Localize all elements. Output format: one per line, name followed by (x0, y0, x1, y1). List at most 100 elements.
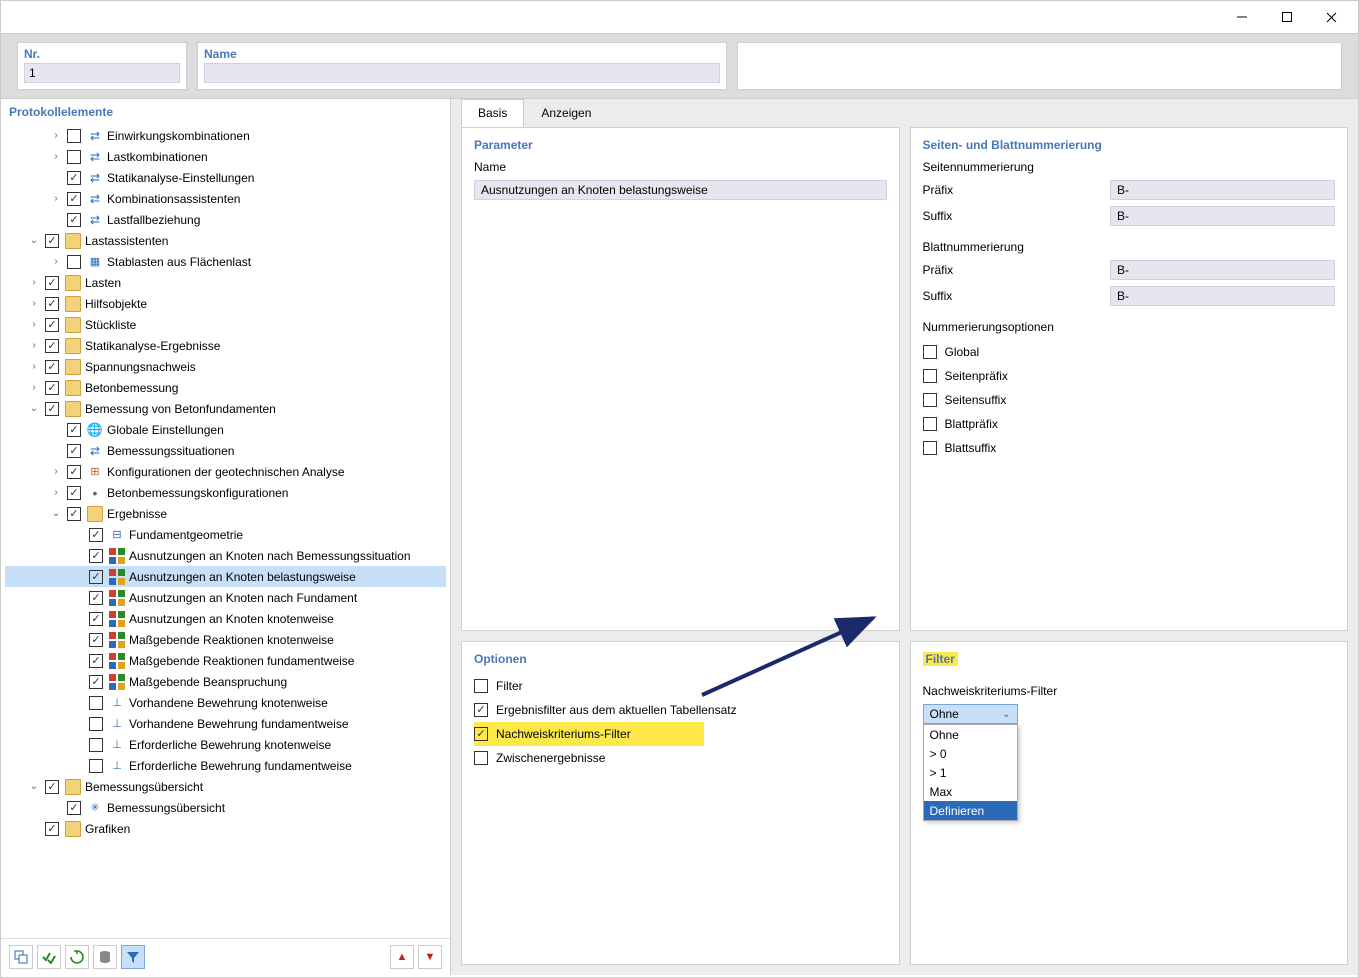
tree-toggle[interactable]: › (27, 360, 41, 374)
tree-toggle[interactable]: › (49, 192, 63, 206)
page-prefix-value[interactable]: B- (1110, 180, 1335, 200)
tree-node[interactable]: ›Stückliste (5, 314, 446, 335)
window-minimize-button[interactable] (1219, 3, 1264, 31)
filter-option[interactable]: Ohne (924, 725, 1017, 744)
tree-checkbox[interactable] (45, 360, 59, 374)
tree-node[interactable]: ⊥Erforderliche Bewehrung knotenweise (5, 734, 446, 755)
tree-toggle[interactable]: › (49, 255, 63, 269)
tree-node[interactable]: ⌄Bemessung von Betonfundamenten (5, 398, 446, 419)
tree-checkbox[interactable] (67, 192, 81, 206)
tree-toggle[interactable]: ⌄ (27, 780, 41, 794)
sheet-prefix-value[interactable]: B- (1110, 260, 1335, 280)
tree-checkbox[interactable] (67, 801, 81, 815)
sheet-suffix-value[interactable]: B- (1110, 286, 1335, 306)
tree-node[interactable]: ›Spannungsnachweis (5, 356, 446, 377)
tree-node[interactable]: ›⇄Lastkombinationen (5, 146, 446, 167)
option-checkbox[interactable] (474, 703, 488, 717)
tree-checkbox[interactable] (45, 318, 59, 332)
toolbar-up-button[interactable]: ▲ (390, 945, 414, 969)
filter-option[interactable]: Definieren (924, 801, 1017, 820)
tree-node[interactable]: ⊥Vorhandene Bewehrung knotenweise (5, 692, 446, 713)
tree-checkbox[interactable] (67, 129, 81, 143)
tree-node[interactable]: Ausnutzungen an Knoten knotenweise (5, 608, 446, 629)
tree-checkbox[interactable] (45, 234, 59, 248)
tree-node[interactable]: Maßgebende Reaktionen fundamentweise (5, 650, 446, 671)
tree-toggle[interactable]: › (49, 150, 63, 164)
tree-node[interactable]: ›⇄Kombinationsassistenten (5, 188, 446, 209)
tree-toggle[interactable]: › (49, 486, 63, 500)
tree-node[interactable]: 🌐Globale Einstellungen (5, 419, 446, 440)
tree-checkbox[interactable] (45, 402, 59, 416)
tree-checkbox[interactable] (45, 381, 59, 395)
tree-checkbox[interactable] (67, 150, 81, 164)
tree-checkbox[interactable] (45, 276, 59, 290)
tree-node[interactable]: Ausnutzungen an Knoten nach Bemessungssi… (5, 545, 446, 566)
filter-select[interactable]: Ohne ⌄ (923, 704, 1018, 724)
tree-node[interactable]: ⌄Ergebnisse (5, 503, 446, 524)
tree-checkbox[interactable] (45, 822, 59, 836)
tree-checkbox[interactable] (89, 570, 103, 584)
toolbar-sync-button[interactable] (65, 945, 89, 969)
tree-node[interactable]: ⇄Bemessungssituationen (5, 440, 446, 461)
tree-checkbox[interactable] (67, 444, 81, 458)
option-checkbox[interactable] (474, 751, 488, 765)
tree-toggle[interactable]: ⌄ (27, 402, 41, 416)
tree-checkbox[interactable] (67, 213, 81, 227)
window-maximize-button[interactable] (1264, 3, 1309, 31)
tree-toggle[interactable]: › (27, 297, 41, 311)
tree-toggle[interactable]: › (49, 465, 63, 479)
tree-toggle[interactable]: › (49, 129, 63, 143)
tree-node[interactable]: Ausnutzungen an Knoten nach Fundament (5, 587, 446, 608)
tree-checkbox[interactable] (89, 654, 103, 668)
num-opt-checkbox[interactable] (923, 393, 937, 407)
tree-toggle[interactable]: › (27, 318, 41, 332)
tree-checkbox[interactable] (89, 759, 103, 773)
tree-node[interactable]: Grafiken (5, 818, 446, 839)
tree-node[interactable]: ›▦Stablasten aus Flächenlast (5, 251, 446, 272)
tree-checkbox[interactable] (89, 591, 103, 605)
tree-node[interactable]: Ausnutzungen an Knoten belastungsweise (5, 566, 446, 587)
tree-checkbox[interactable] (89, 696, 103, 710)
toolbar-db-button[interactable] (93, 945, 117, 969)
tree-checkbox[interactable] (89, 717, 103, 731)
parameter-name-value[interactable]: Ausnutzungen an Knoten belastungsweise (474, 180, 887, 200)
tree-node[interactable]: ⇄Lastfallbeziehung (5, 209, 446, 230)
tree-checkbox[interactable] (45, 780, 59, 794)
tree-node[interactable]: ⊥Vorhandene Bewehrung fundamentweise (5, 713, 446, 734)
tree-checkbox[interactable] (67, 465, 81, 479)
tree-checkbox[interactable] (89, 549, 103, 563)
tree-node[interactable]: ⊟Fundamentgeometrie (5, 524, 446, 545)
tree-node[interactable]: ›Lasten (5, 272, 446, 293)
toolbar-down-button[interactable]: ▼ (418, 945, 442, 969)
tree-node[interactable]: ⌄Lastassistenten (5, 230, 446, 251)
num-opt-checkbox[interactable] (923, 441, 937, 455)
tree-checkbox[interactable] (89, 633, 103, 647)
tree-node[interactable]: ›Statikanalyse-Ergebnisse (5, 335, 446, 356)
num-opt-checkbox[interactable] (923, 369, 937, 383)
tab-basis[interactable]: Basis (461, 99, 524, 127)
option-checkbox[interactable] (474, 679, 488, 693)
filter-option[interactable]: > 1 (924, 763, 1017, 782)
tree-node[interactable]: ›⊞Konfigurationen der geotechnischen Ana… (5, 461, 446, 482)
tree-checkbox[interactable] (67, 171, 81, 185)
tree-toggle[interactable]: › (27, 339, 41, 353)
window-close-button[interactable] (1309, 3, 1354, 31)
tree-checkbox[interactable] (89, 528, 103, 542)
num-opt-checkbox[interactable] (923, 345, 937, 359)
tree-node[interactable]: ⌄Bemessungsübersicht (5, 776, 446, 797)
tree-toggle[interactable]: › (27, 276, 41, 290)
num-opt-checkbox[interactable] (923, 417, 937, 431)
tree-node[interactable]: ✳Bemessungsübersicht (5, 797, 446, 818)
tree-toggle[interactable]: ⌄ (49, 507, 63, 521)
tree-node[interactable]: Maßgebende Reaktionen knotenweise (5, 629, 446, 650)
tree-toggle[interactable]: › (27, 381, 41, 395)
page-suffix-value[interactable]: B- (1110, 206, 1335, 226)
tree-checkbox[interactable] (67, 486, 81, 500)
tree-node[interactable]: ›•Betonbemessungskonfigurationen (5, 482, 446, 503)
tree-node[interactable]: ›Betonbemessung (5, 377, 446, 398)
filter-option[interactable]: Max (924, 782, 1017, 801)
toolbar-check-all-button[interactable] (37, 945, 61, 969)
tree-node[interactable]: ›Hilfsobjekte (5, 293, 446, 314)
tree-checkbox[interactable] (67, 255, 81, 269)
tree-checkbox[interactable] (89, 612, 103, 626)
